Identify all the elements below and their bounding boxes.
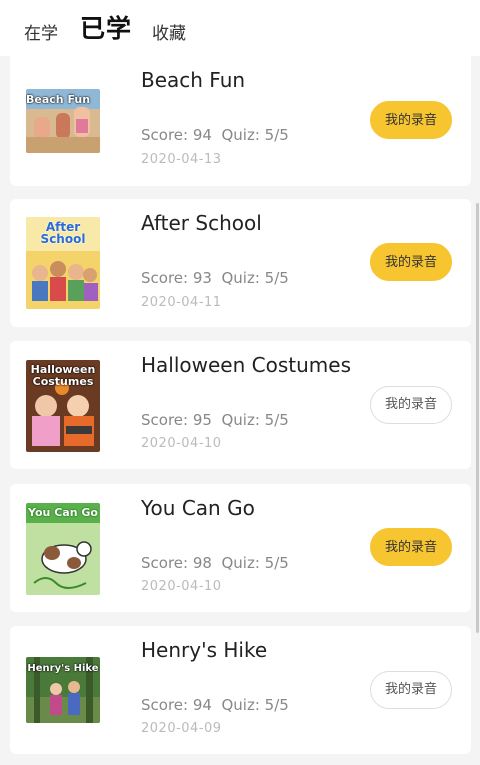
- quiz-text: Quiz: 5/5: [221, 696, 289, 714]
- quiz-text: Quiz: 5/5: [221, 126, 289, 144]
- my-recording-button[interactable]: 我的录音: [370, 528, 452, 566]
- book-title: You Can Go: [141, 496, 255, 520]
- learned-books-page: 在学 已学 收藏 Beach Fun Beach Fun Score: 94 Q…: [0, 0, 480, 765]
- completed-date: 2020-04-09: [141, 721, 222, 736]
- my-recording-button[interactable]: 我的录音: [370, 671, 452, 709]
- cover-title: After School: [40, 220, 86, 246]
- book-card[interactable]: Henry's Hike Henry's Hike Score: 94 Quiz…: [10, 626, 471, 754]
- cover-title: You Can Go: [28, 506, 98, 519]
- book-stats: Score: 93 Quiz: 5/5: [141, 269, 289, 287]
- scrollbar[interactable]: [476, 203, 479, 633]
- completed-date: 2020-04-10: [141, 436, 222, 451]
- score-text: Score: 98: [141, 554, 212, 572]
- completed-date: 2020-04-13: [141, 152, 222, 167]
- cover-title: Beach Fun: [26, 93, 91, 106]
- book-card[interactable]: After School After School Score: 93 Quiz…: [10, 199, 471, 327]
- completed-date: 2020-04-10: [141, 579, 222, 594]
- quiz-text: Quiz: 5/5: [221, 269, 289, 287]
- tab-learned[interactable]: 已学: [80, 9, 132, 45]
- my-recording-button[interactable]: 我的录音: [370, 386, 452, 424]
- book-cover-image: Henry's Hike: [26, 657, 100, 723]
- my-recording-button[interactable]: 我的录音: [370, 101, 452, 139]
- book-title: Beach Fun: [141, 68, 246, 92]
- tab-bar: 在学 已学 收藏: [0, 0, 480, 56]
- tab-favorites[interactable]: 收藏: [152, 19, 186, 44]
- book-cover-image: You Can Go: [26, 503, 100, 595]
- score-text: Score: 94: [141, 126, 212, 144]
- book-stats: Score: 94 Quiz: 5/5: [141, 126, 289, 144]
- tab-learning[interactable]: 在学: [24, 19, 58, 44]
- book-stats: Score: 94 Quiz: 5/5: [141, 696, 289, 714]
- score-text: Score: 94: [141, 696, 212, 714]
- score-text: Score: 93: [141, 269, 212, 287]
- book-title: Halloween Costumes: [141, 353, 351, 377]
- book-stats: Score: 98 Quiz: 5/5: [141, 554, 289, 572]
- book-card[interactable]: Halloween Costumes Halloween Costumes Sc…: [10, 341, 471, 469]
- book-cover-image: Beach Fun: [26, 89, 100, 153]
- book-card[interactable]: Beach Fun Beach Fun Score: 94 Quiz: 5/5 …: [10, 56, 471, 186]
- book-cover-image: Halloween Costumes: [26, 360, 100, 452]
- cover-title: Halloween Costumes: [30, 363, 96, 388]
- my-recording-button[interactable]: 我的录音: [370, 243, 452, 281]
- quiz-text: Quiz: 5/5: [221, 554, 289, 572]
- book-title: Henry's Hike: [141, 638, 268, 662]
- cover-title: Henry's Hike: [27, 663, 99, 674]
- completed-date: 2020-04-11: [141, 295, 222, 310]
- score-text: Score: 95: [141, 411, 212, 429]
- quiz-text: Quiz: 5/5: [221, 411, 289, 429]
- book-title: After School: [141, 211, 262, 235]
- book-cover-image: After School: [26, 217, 100, 309]
- book-card[interactable]: You Can Go You Can Go Score: 98 Quiz: 5/…: [10, 484, 471, 612]
- book-stats: Score: 95 Quiz: 5/5: [141, 411, 289, 429]
